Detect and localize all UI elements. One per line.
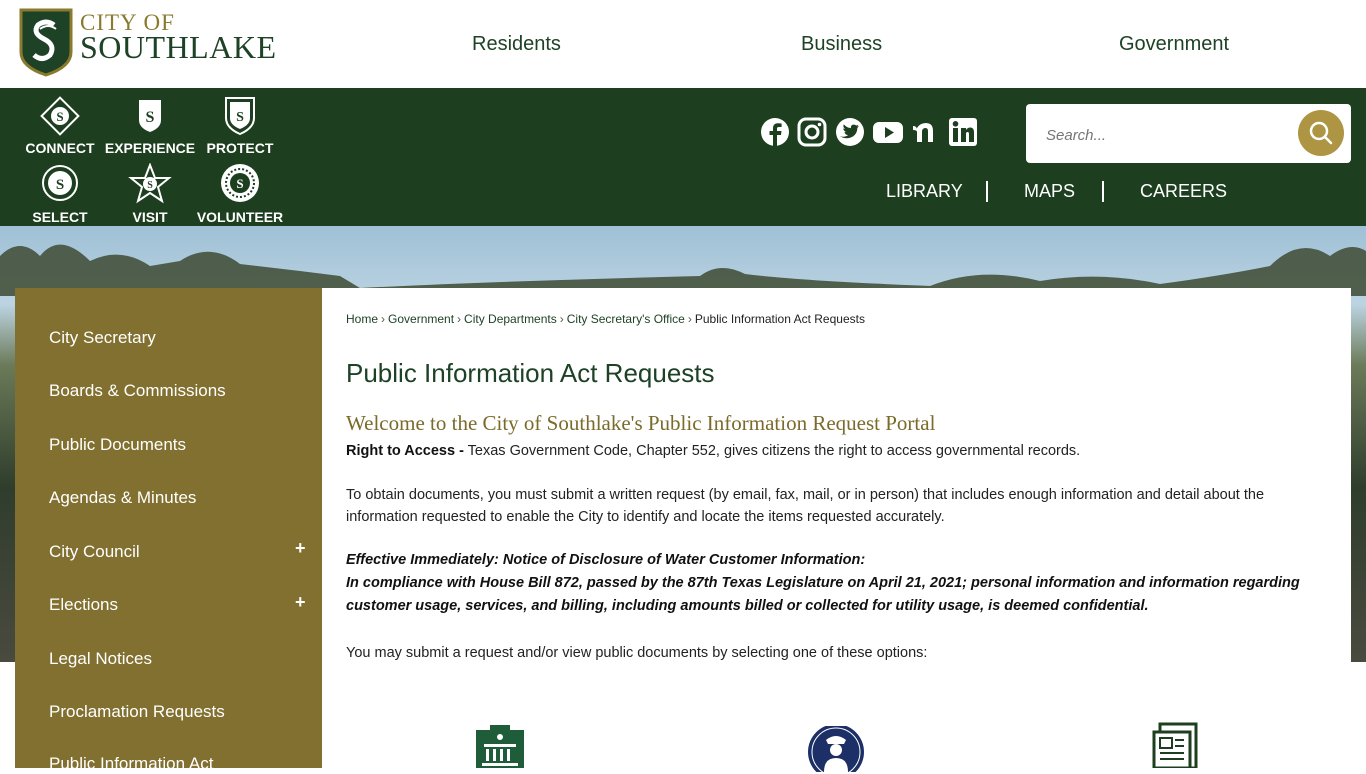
sidebar-item-public-documents[interactable]: Public Documents [49,435,186,455]
search-input[interactable] [1044,122,1288,148]
water-notice-heading: Effective Immediately: Notice of Disclos… [346,552,866,568]
quick-link-label: VISIT [132,209,168,225]
welcome-heading: Welcome to the City of Southlake's Publi… [346,411,936,435]
expand-city-council-button[interactable]: + [295,538,306,559]
divider [1102,181,1104,202]
expand-elections-button[interactable]: + [295,592,306,613]
search-box [1026,104,1351,163]
nav-residents[interactable]: Residents [472,33,561,56]
city-logo[interactable]: CITY OF SOUTHLAKE [18,7,288,77]
breadcrumb-separator: › [687,312,692,326]
breadcrumb-separator: › [559,312,564,326]
page-title: Public Information Act Requests [346,358,715,388]
svg-text:S: S [56,177,64,193]
sidebar-item-boards-commissions[interactable]: Boards & Commissions [49,381,226,401]
breadcrumb-separator: › [457,312,462,326]
svg-text:S: S [236,110,244,125]
sidebar-item-city-secretary[interactable]: City Secretary [49,328,156,348]
search-icon [1309,121,1333,145]
quick-link-label: SELECT [32,209,88,225]
logo-line2: SOUTHLAKE [80,29,277,65]
options-paragraph: You may submit a request and/or view pub… [346,645,928,661]
breadcrumb: Home › Government › City Departments › City Se… [346,312,865,326]
volunteer-icon: S [221,164,259,202]
divider [986,181,988,202]
svg-text:S: S [236,176,243,191]
sidebar-nav: City Secretary Boards & Commissions Publ… [15,288,322,773]
water-notice-body: In compliance with House Bill 872, passe… [346,575,1300,614]
breadcrumb-city-departments[interactable]: City Departments [464,312,557,326]
quick-link-label: VOLUNTEER [196,209,284,225]
sidebar-item-proclamation-requests[interactable]: Proclamation Requests [49,702,225,722]
police-badge-icon[interactable] [806,726,866,772]
right-to-access-label: Right to Access - [346,443,464,459]
link-careers[interactable]: CAREERS [1140,181,1227,202]
svg-text:S: S [56,109,63,124]
breadcrumb-home[interactable]: Home [346,312,378,326]
youtube-icon[interactable] [872,117,904,147]
sidebar-item-legal-notices[interactable]: Legal Notices [49,649,152,669]
quick-link-volunteer[interactable]: S VOLUNTEER [185,163,295,225]
search-button[interactable] [1298,110,1344,156]
breadcrumb-current: Public Information Act Requests [694,312,865,326]
breadcrumb-city-secretary-office[interactable]: City Secretary's Office [567,312,685,326]
facebook-icon[interactable] [760,117,790,147]
connect-icon: S [40,96,80,136]
experience-icon: S [139,100,161,132]
quick-link-label: CONNECT [25,140,95,156]
quick-link-label: PROTECT [206,140,274,156]
twitter-icon[interactable] [835,117,865,147]
right-to-access-text: Texas Government Code, Chapter 552, give… [463,443,1081,459]
select-icon: S [42,165,78,201]
documents-icon[interactable] [1150,722,1202,768]
protect-icon: S [225,97,255,136]
svg-text:S: S [146,109,155,126]
sidebar-item-elections[interactable]: Elections [49,595,118,615]
breadcrumb-government[interactable]: Government [388,312,454,326]
sidebar-item-agendas-minutes[interactable]: Agendas & Minutes [49,488,196,508]
right-to-access-paragraph: Right to Access - Texas Government Code,… [346,440,1326,462]
top-header: CITY OF SOUTHLAKE Residents Business Gov… [0,0,1366,88]
tree-silhouette [0,244,1366,296]
link-library[interactable]: LIBRARY [886,181,963,202]
nav-government[interactable]: Government [1119,33,1229,56]
svg-text:S: S [147,180,153,191]
sidebar-item-public-information-act[interactable]: Public Information Act [49,754,213,774]
breadcrumb-separator: › [381,312,386,326]
linkedin-icon[interactable] [948,117,978,147]
obtain-documents-paragraph: To obtain documents, you must submit a w… [346,487,1265,525]
quick-link-label: EXPERIENCE [104,140,196,156]
city-hall-icon[interactable] [470,722,530,768]
link-maps[interactable]: MAPS [1024,181,1075,202]
visit-icon: S [128,163,172,204]
city-seal-icon [19,8,73,77]
nextdoor-icon[interactable] [911,117,943,147]
nav-business[interactable]: Business [801,33,882,56]
instagram-icon[interactable] [797,117,827,147]
sidebar-item-city-council[interactable]: City Council [49,542,140,562]
quick-link-protect[interactable]: S PROTECT [185,94,295,156]
